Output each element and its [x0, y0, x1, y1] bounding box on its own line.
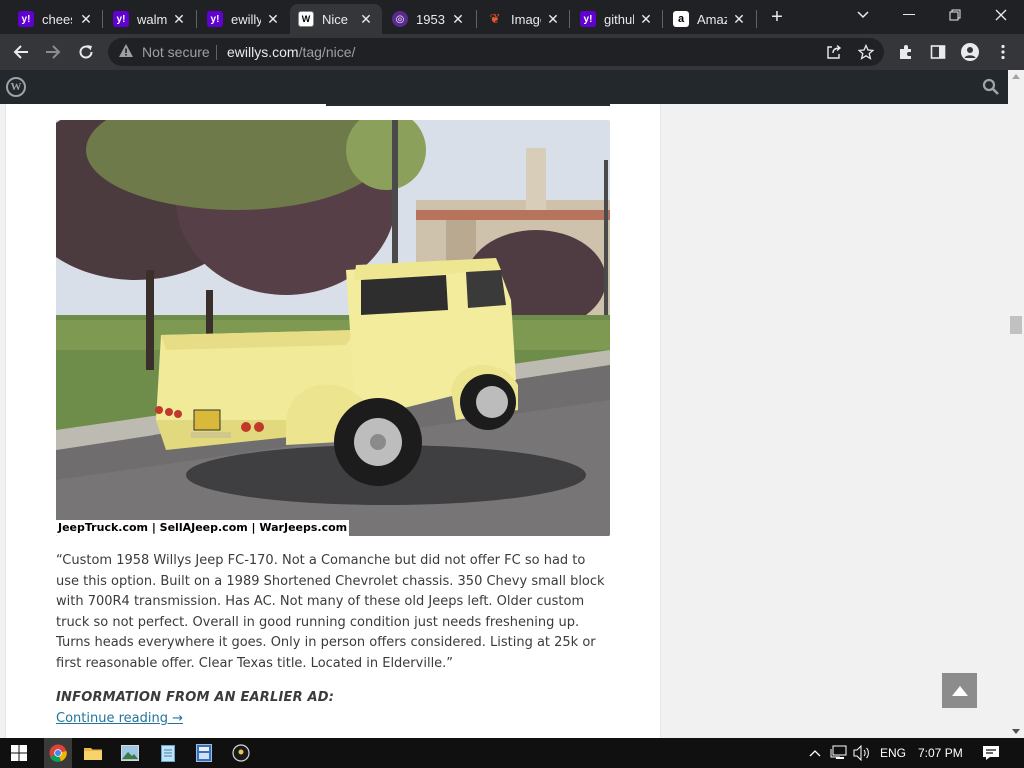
- scroll-up-icon[interactable]: [1012, 74, 1020, 79]
- tab-title: Amazon: [697, 11, 727, 27]
- wordpress-icon[interactable]: W: [6, 77, 26, 97]
- url-domain: ewillys.com: [227, 44, 299, 60]
- tab-title: walmart: [137, 11, 167, 27]
- close-icon[interactable]: ✕: [731, 11, 747, 28]
- browser-toolbar: Not secure ewillys.com/tag/nice/: [0, 34, 1024, 70]
- url-path: /tag/nice/: [298, 44, 356, 60]
- volume-icon[interactable]: [851, 742, 873, 764]
- tab-strip: y! cheese ✕ y! walmart ✕ y! ewillys ✕ W …: [0, 0, 1024, 34]
- arrow-right-icon: [46, 45, 61, 59]
- restore-button[interactable]: [932, 0, 978, 30]
- close-icon[interactable]: ✕: [265, 11, 281, 28]
- clock[interactable]: 7:07 PM: [918, 746, 963, 760]
- reload-icon: [79, 45, 93, 59]
- continue-reading-link[interactable]: Continue reading →: [56, 711, 183, 726]
- chevron-up-icon[interactable]: [804, 742, 826, 764]
- yahoo-icon: y!: [580, 11, 596, 27]
- wordpress-admin-bar: W: [0, 70, 1008, 104]
- side-panel-button[interactable]: [925, 39, 951, 65]
- forward-button[interactable]: [40, 39, 66, 65]
- photos-app-icon[interactable]: [119, 742, 141, 764]
- share-icon[interactable]: [824, 42, 844, 62]
- truck-photo: [56, 120, 610, 536]
- url-text[interactable]: ewillys.com/tag/nice/: [227, 44, 355, 60]
- close-icon[interactable]: ✕: [450, 11, 466, 28]
- search-icon[interactable]: [982, 78, 1000, 96]
- tab-image[interactable]: ❦ Image ✕: [479, 4, 569, 34]
- warning-icon[interactable]: [118, 43, 134, 59]
- tab-title: Image: [511, 11, 541, 27]
- back-to-top-button[interactable]: [942, 673, 977, 708]
- tab-1953[interactable]: ◎ 1953 ✕: [384, 4, 474, 34]
- tab-title: 1953: [416, 11, 445, 27]
- address-bar[interactable]: Not secure ewillys.com/tag/nice/: [108, 38, 884, 66]
- post-caption: “Custom 1958 Willys Jeep FC-170. Not a C…: [56, 553, 605, 671]
- minimize-icon: [903, 14, 915, 15]
- post-content: JeepTruck.com | SellAJeep.com | WarJeeps…: [6, 104, 660, 738]
- page-viewport: JeepTruck.com | SellAJeep.com | WarJeeps…: [0, 104, 1008, 738]
- earlier-ad-heading: INFORMATION FROM AN EARLIER AD:: [56, 690, 335, 705]
- arrow-left-icon: [13, 45, 28, 59]
- tab-search-button[interactable]: [840, 0, 886, 30]
- scrollbar-thumb[interactable]: [1010, 316, 1022, 334]
- amazon-icon: a: [673, 11, 689, 27]
- tab-cheese[interactable]: y! cheese ✕: [10, 4, 102, 34]
- tab-github[interactable]: y! github ✕: [572, 4, 662, 34]
- language-indicator[interactable]: ENG: [880, 746, 906, 760]
- tab-walmart[interactable]: y! walmart ✕: [105, 4, 195, 34]
- notepad-icon[interactable]: [157, 742, 179, 764]
- close-icon[interactable]: ✕: [358, 11, 374, 28]
- file-explorer-icon[interactable]: [82, 742, 104, 764]
- previous-image-edge: [326, 104, 610, 106]
- tab-amazon[interactable]: a Amazon ✕: [665, 4, 755, 34]
- feather-icon: ❦: [489, 11, 501, 26]
- windows-taskbar: ENG 7:07 PM: [0, 738, 1024, 768]
- yahoo-icon: y!: [207, 11, 223, 27]
- more-vert-icon: [1001, 44, 1005, 60]
- close-icon: [995, 9, 1007, 21]
- triangle-up-icon: [951, 685, 968, 696]
- windows-start-icon[interactable]: [8, 742, 30, 764]
- close-icon[interactable]: ✕: [171, 11, 187, 28]
- post-image[interactable]: JeepTruck.com | SellAJeep.com | WarJeeps…: [56, 120, 610, 536]
- scroll-down-icon[interactable]: [1012, 729, 1020, 734]
- tab-title: github: [604, 11, 634, 27]
- tab-title: ewillys: [231, 11, 261, 27]
- chrome-taskbar-icon[interactable]: [44, 738, 72, 768]
- back-button[interactable]: [8, 39, 34, 65]
- menu-button[interactable]: [990, 39, 1016, 65]
- close-icon[interactable]: ✕: [638, 11, 654, 28]
- tab-title: cheese: [42, 11, 72, 27]
- minimize-button[interactable]: [886, 0, 932, 30]
- tab-title: Nice: [322, 11, 349, 27]
- close-icon[interactable]: ✕: [545, 11, 561, 28]
- app-circle-icon[interactable]: [230, 742, 252, 764]
- yahoo-icon: y!: [113, 11, 129, 27]
- security-label[interactable]: Not secure: [142, 44, 210, 60]
- tab-ewillys[interactable]: y! ewillys ✕: [199, 4, 289, 34]
- close-icon[interactable]: ✕: [78, 11, 94, 28]
- reload-button[interactable]: [73, 39, 99, 65]
- bookmark-star-icon[interactable]: [856, 42, 876, 62]
- puzzle-icon: [900, 45, 911, 59]
- image-watermark: JeepTruck.com | SellAJeep.com | WarJeeps…: [56, 520, 350, 536]
- close-window-button[interactable]: [978, 0, 1024, 30]
- notifications-icon[interactable]: [980, 742, 1002, 764]
- purple-globe-icon: ◎: [392, 11, 408, 27]
- side-panel-icon: [930, 45, 946, 59]
- chevron-down-icon: [857, 11, 869, 19]
- profile-icon: [961, 43, 979, 61]
- calculator-icon[interactable]: [193, 742, 215, 764]
- new-tab-button[interactable]: +: [767, 6, 787, 28]
- page-scrollbar[interactable]: [1008, 70, 1024, 738]
- network-icon[interactable]: [828, 742, 850, 764]
- restore-icon: [949, 9, 961, 21]
- yahoo-icon: y!: [18, 11, 34, 27]
- tab-nice[interactable]: W Nice ✕: [290, 4, 382, 34]
- ewillys-icon: W: [298, 11, 314, 27]
- extensions-button[interactable]: [893, 39, 919, 65]
- profile-button[interactable]: [957, 39, 983, 65]
